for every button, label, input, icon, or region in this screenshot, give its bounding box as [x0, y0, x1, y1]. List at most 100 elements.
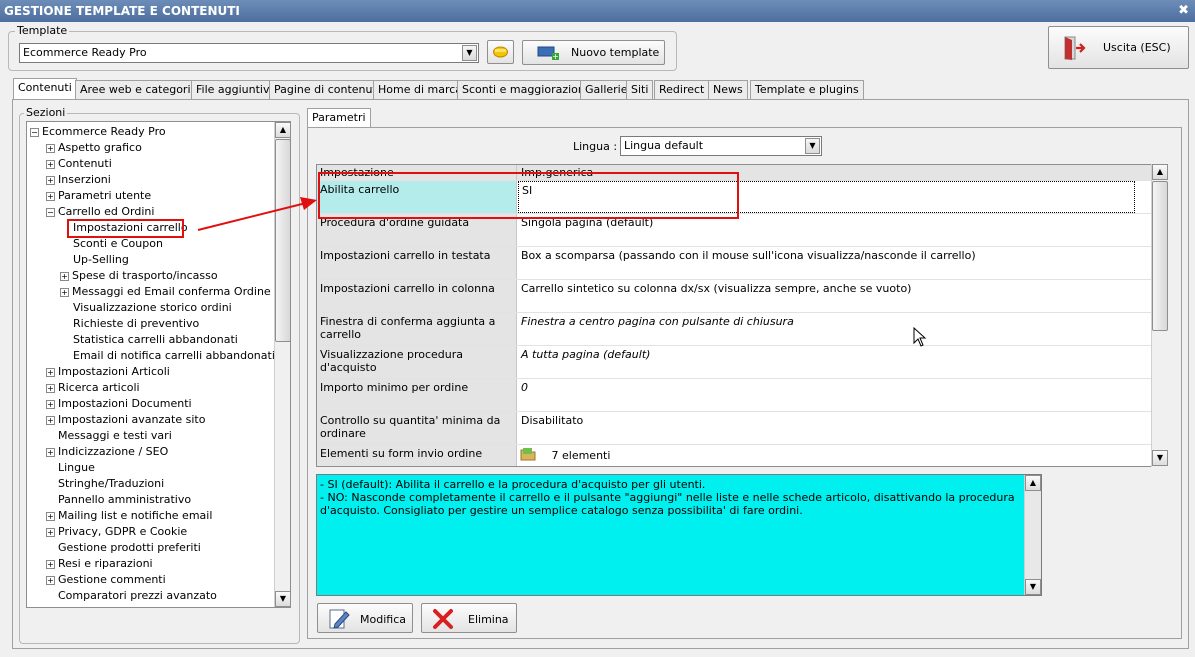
- tab-aree-web[interactable]: Aree web e categorie: [75, 80, 203, 100]
- grid-scroll-thumb[interactable]: [1152, 181, 1168, 331]
- expand-icon[interactable]: +: [46, 144, 55, 153]
- tree-item[interactable]: − Carrello ed Ordini: [46, 204, 154, 220]
- grid-row-value[interactable]: Disabilitato: [518, 412, 586, 444]
- tree-item[interactable]: Sconti e Coupon: [73, 236, 163, 252]
- expand-icon[interactable]: +: [46, 576, 55, 585]
- modifica-button[interactable]: Modifica: [317, 603, 413, 633]
- scroll-down-icon[interactable]: ▼: [275, 591, 290, 607]
- grid-row[interactable]: Controllo su quantita' minima da ordinar…: [317, 412, 1151, 445]
- tree-item[interactable]: Pannello amministrativo: [58, 492, 191, 508]
- chevron-down-icon[interactable]: ▼: [805, 138, 820, 154]
- tab-siti[interactable]: Siti: [626, 80, 654, 100]
- tree-item[interactable]: Messaggi e testi vari: [58, 428, 172, 444]
- grid-row-value[interactable]: Finestra a centro pagina con pulsante di…: [518, 313, 797, 345]
- tab-news[interactable]: News: [708, 80, 748, 100]
- scroll-up-icon[interactable]: ▲: [1152, 164, 1168, 180]
- scroll-up-icon[interactable]: ▲: [1025, 475, 1041, 491]
- tab-template-plugins[interactable]: Template e plugins: [750, 80, 864, 100]
- expand-icon[interactable]: +: [46, 560, 55, 569]
- description-scrollbar[interactable]: ▲ ▼: [1024, 475, 1041, 595]
- expand-icon[interactable]: +: [60, 288, 69, 297]
- tab-sconti[interactable]: Sconti e maggiorazioni: [457, 80, 593, 100]
- expand-icon[interactable]: +: [60, 272, 69, 281]
- tree-item[interactable]: + Gestione commenti: [46, 572, 166, 588]
- grid-row-value[interactable]: Box a scomparsa (passando con il mouse s…: [518, 247, 979, 279]
- delete-x-icon: [433, 609, 453, 629]
- tree-item[interactable]: + Resi e riparazioni: [46, 556, 153, 572]
- grid-row-value[interactable]: Carrello sintetico su colonna dx/sx (vis…: [518, 280, 914, 312]
- tab-file-aggiuntivi[interactable]: File aggiuntivi: [191, 80, 278, 100]
- expand-icon[interactable]: +: [46, 368, 55, 377]
- elimina-button[interactable]: Elimina: [421, 603, 517, 633]
- tree-item[interactable]: Richieste di preventivo: [73, 316, 199, 332]
- expand-icon[interactable]: +: [46, 160, 55, 169]
- new-template-button[interactable]: + Nuovo template: [522, 40, 665, 65]
- tree-item[interactable]: Statistica carrelli abbandonati: [73, 332, 238, 348]
- grid-row-key: Visualizzazione procedura d'acquisto: [317, 346, 517, 378]
- tree-item[interactable]: + Impostazioni avanzate sito: [46, 412, 205, 428]
- tree-root[interactable]: − Ecommerce Ready Pro: [30, 124, 166, 140]
- scroll-down-icon[interactable]: ▼: [1025, 579, 1041, 595]
- scroll-down-icon[interactable]: ▼: [1152, 450, 1168, 466]
- expand-icon[interactable]: +: [46, 528, 55, 537]
- close-icon[interactable]: ✖: [1178, 0, 1189, 22]
- expand-icon[interactable]: +: [46, 384, 55, 393]
- grid-row[interactable]: Elementi su form invio ordine 7 elementi: [317, 445, 1151, 466]
- expand-icon[interactable]: +: [46, 448, 55, 457]
- chevron-down-icon[interactable]: ▼: [462, 45, 477, 61]
- tree-item[interactable]: + Aspetto grafico: [46, 140, 142, 156]
- tree-item[interactable]: + Messaggi ed Email conferma Ordine: [60, 284, 271, 300]
- template-select-value: Ecommerce Ready Pro: [23, 46, 147, 59]
- expand-icon[interactable]: +: [46, 192, 55, 201]
- tree-item[interactable]: + Privacy, GDPR e Cookie: [46, 524, 187, 540]
- tree-item[interactable]: + Indicizzazione / SEO: [46, 444, 168, 460]
- collapse-icon[interactable]: −: [46, 208, 55, 217]
- grid-row[interactable]: Impostazioni carrello in testata Box a s…: [317, 247, 1151, 280]
- template-select[interactable]: Ecommerce Ready Pro ▼: [19, 43, 479, 63]
- tree-item[interactable]: + Ricerca articoli: [46, 380, 140, 396]
- sections-label: Sezioni: [24, 106, 68, 119]
- tree-item[interactable]: Stringhe/Traduzioni: [58, 476, 164, 492]
- grid-row-key: Elementi su form invio ordine: [317, 445, 517, 466]
- edit-icon: [329, 609, 350, 629]
- tree-item[interactable]: Comparatori prezzi avanzato: [58, 588, 217, 604]
- tree-item[interactable]: + Spese di trasporto/incasso: [60, 268, 218, 284]
- tree-item[interactable]: Visualizzazione storico ordini: [73, 300, 232, 316]
- tree-item[interactable]: + Inserzioni: [46, 172, 111, 188]
- grid-row-value[interactable]: 7 elementi: [518, 445, 613, 466]
- grid-row-value[interactable]: A tutta pagina (default): [518, 346, 653, 378]
- description-box[interactable]: - SI (default): Abilita il carrello e la…: [316, 474, 1042, 596]
- scroll-up-icon[interactable]: ▲: [275, 122, 290, 138]
- tree-item[interactable]: + Contenuti: [46, 156, 112, 172]
- expand-icon[interactable]: +: [46, 400, 55, 409]
- template-group-label: Template: [15, 24, 70, 37]
- grid-row-value[interactable]: 0: [518, 379, 531, 411]
- grid-row-key: Importo minimo per ordine: [317, 379, 517, 411]
- grid-row[interactable]: Finestra di conferma aggiunta a carrello…: [317, 313, 1151, 346]
- tree-item[interactable]: + Parametri utente: [46, 188, 151, 204]
- tree-item[interactable]: + Mailing list e notifiche email: [46, 508, 212, 524]
- tree-item[interactable]: Lingue: [58, 460, 95, 476]
- tree-item[interactable]: + Impostazioni Articoli: [46, 364, 170, 380]
- collapse-icon[interactable]: −: [30, 128, 39, 137]
- grid-row[interactable]: Importo minimo per ordine 0: [317, 379, 1151, 412]
- tree-item[interactable]: Gestione prodotti preferiti: [58, 540, 201, 556]
- open-folder-button[interactable]: [487, 40, 514, 64]
- tab-pagine-contenuti[interactable]: Pagine di contenuti: [269, 80, 385, 100]
- tab-redirect[interactable]: Redirect: [654, 80, 710, 100]
- lingua-select[interactable]: Lingua default ▼: [620, 136, 822, 156]
- grid-scrollbar[interactable]: ▲ ▼: [1151, 164, 1168, 467]
- tab-home-marca[interactable]: Home di marca: [373, 80, 468, 100]
- grid-row[interactable]: Impostazioni carrello in colonna Carrell…: [317, 280, 1151, 313]
- expand-icon[interactable]: +: [46, 416, 55, 425]
- exit-button[interactable]: Uscita (ESC): [1048, 26, 1189, 69]
- tree-item[interactable]: Up-Selling: [73, 252, 129, 268]
- tab-gallerie[interactable]: Gallerie: [580, 80, 633, 100]
- tab-contenuti[interactable]: Contenuti: [13, 78, 77, 100]
- tree-item[interactable]: + Impostazioni Documenti: [46, 396, 192, 412]
- grid-row[interactable]: Visualizzazione procedura d'acquisto A t…: [317, 346, 1151, 379]
- tab-parametri[interactable]: Parametri: [307, 108, 371, 128]
- expand-icon[interactable]: +: [46, 512, 55, 521]
- tree-item[interactable]: Email di notifica carrelli abbandonati: [73, 348, 275, 364]
- expand-icon[interactable]: +: [46, 176, 55, 185]
